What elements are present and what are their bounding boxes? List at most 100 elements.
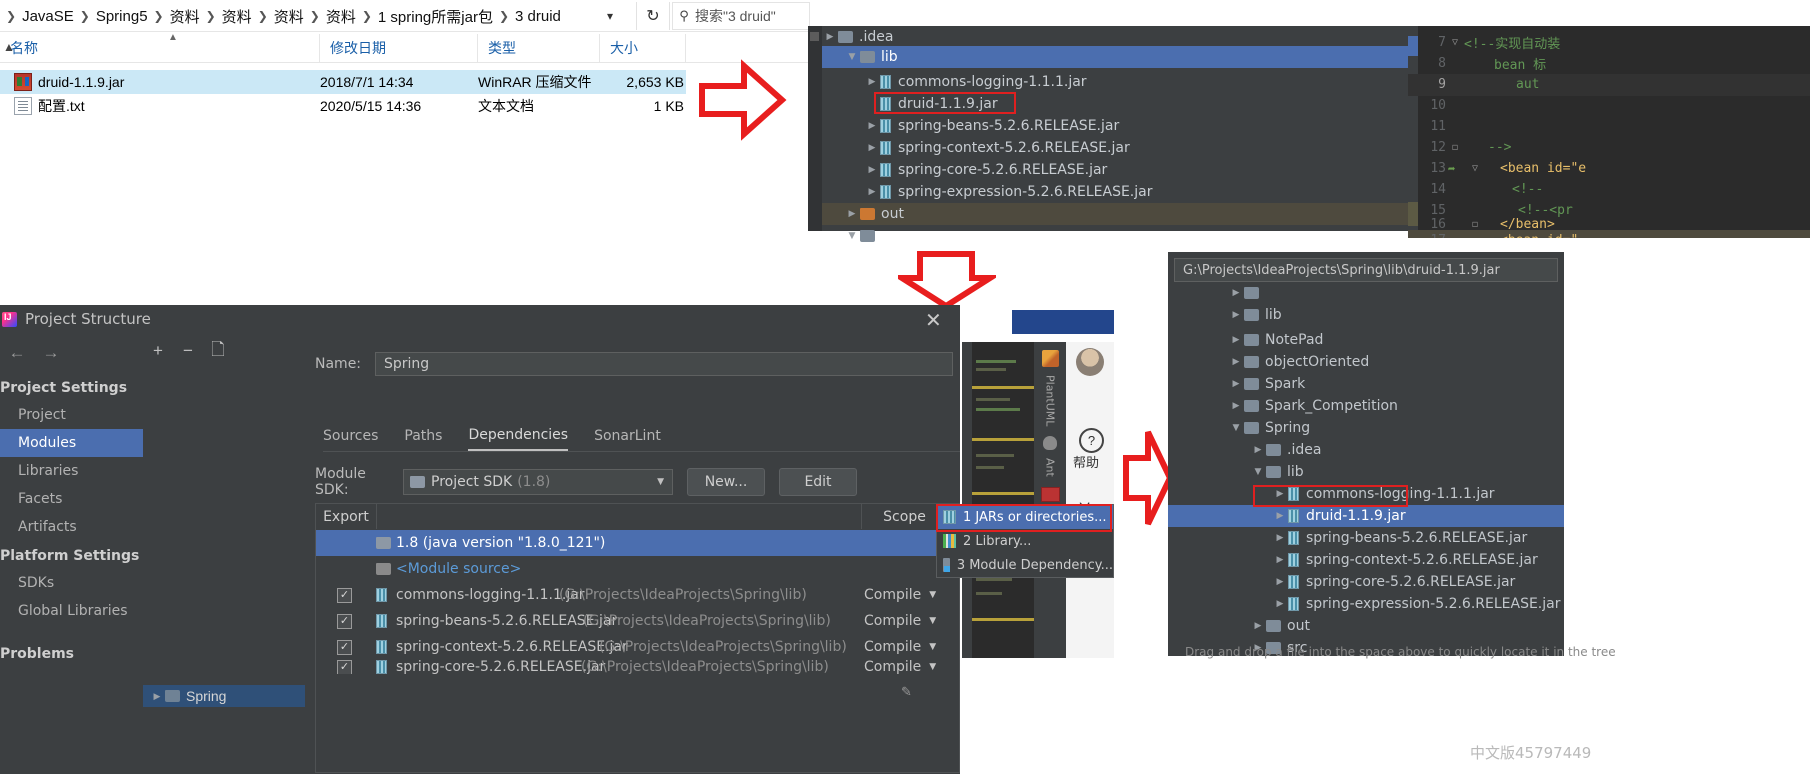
dependency-scope[interactable]: Compile ▼ xyxy=(864,660,936,674)
breadcrumb-item-5[interactable]: 资料 xyxy=(326,6,356,27)
tree-node-spring-lib[interactable]: ▼ lib xyxy=(1250,461,1304,483)
tree-node-spark-competition[interactable]: ▶ Spark_Competition xyxy=(1228,395,1398,417)
column-header-date[interactable]: 修改日期 xyxy=(320,34,478,62)
table-row[interactable]: <Module source> xyxy=(316,556,959,582)
module-sdk-select[interactable]: Project SDK (1.8) ▼ xyxy=(403,469,673,495)
breadcrumb-item-1[interactable]: Spring5 xyxy=(96,8,148,25)
export-checkbox[interactable]: ✓ xyxy=(337,587,352,603)
tree-node-objectoriented[interactable]: ▶ objectOriented xyxy=(1228,351,1370,373)
tree-node-idea[interactable]: ▶ .idea xyxy=(822,26,1408,48)
sidebar-item-artifacts[interactable]: Artifacts xyxy=(0,513,161,541)
tree-node-idea[interactable]: ▶ .idea xyxy=(1250,439,1322,461)
module-list-item-spring[interactable]: ▶ Spring xyxy=(143,685,305,707)
column-header-scope[interactable]: Scope xyxy=(861,504,948,529)
menu-item-module-dependency[interactable]: 3 Module Dependency... xyxy=(937,553,1113,577)
export-checkbox[interactable]: ✓ xyxy=(337,639,352,655)
fold-icon[interactable]: ◻ xyxy=(1452,142,1458,153)
sidebar-item-project[interactable]: Project xyxy=(0,401,161,429)
tree-node-partial[interactable]: ▼ xyxy=(822,225,1430,247)
dependency-scope[interactable]: Compile ▼ xyxy=(864,587,936,603)
tree-node-spring-beans[interactable]: ▶ spring-beans-5.2.6.RELEASE.jar xyxy=(1272,527,1528,549)
sidebar-item-modules[interactable]: Modules xyxy=(0,429,161,457)
table-row[interactable]: ✓ spring-context-5.2.6.RELEASE.jar (G:\P… xyxy=(316,634,959,660)
column-header-size[interactable]: 大小 xyxy=(600,34,686,62)
new-sdk-button[interactable]: New... xyxy=(687,468,765,496)
pencil-icon[interactable]: ✎ xyxy=(901,684,915,700)
tree-node-spring-expression[interactable]: ▶ spring-expression-5.2.6.RELEASE.jar xyxy=(1272,593,1561,615)
tree-node-commons-logging[interactable]: ▶ commons-logging-1.1.1.jar xyxy=(822,71,1087,93)
tree-node-spring-core[interactable]: ▶ spring-core-5.2.6.RELEASE.jar xyxy=(822,159,1108,181)
arrow-left-icon[interactable]: ← xyxy=(0,343,34,363)
breadcrumb-item-7[interactable]: 3 druid xyxy=(515,8,561,25)
sidebar-item-sdks[interactable]: SDKs xyxy=(0,569,161,597)
breadcrumb-item-2[interactable]: 资料 xyxy=(170,6,200,27)
tab-dependencies[interactable]: Dependencies xyxy=(468,421,569,451)
table-row[interactable]: ✓ commons-logging-1.1.1.jar (G:\Projects… xyxy=(316,582,959,608)
code-editor-panel[interactable]: 7 ▽ <!--实现自动装 8 bean 标 9 aut 10 11 12 ◻ … xyxy=(1408,26,1810,238)
refresh-icon[interactable]: ↻ xyxy=(636,2,670,30)
plantuml-icon[interactable] xyxy=(1041,350,1059,367)
help-label[interactable]: 帮助 xyxy=(1073,452,1099,471)
plantuml-label[interactable]: PlantUML xyxy=(1044,375,1057,426)
close-icon[interactable]: ✕ xyxy=(925,308,942,333)
add-icon[interactable]: + xyxy=(143,341,173,361)
table-row[interactable]: druid-1.1.9.jar 2018/7/1 14:34 WinRAR 压缩… xyxy=(0,70,686,94)
export-checkbox[interactable]: ✓ xyxy=(337,613,352,629)
dependency-scope[interactable]: Compile ▼ xyxy=(864,613,936,629)
ant-label[interactable]: Ant xyxy=(1044,458,1057,477)
export-checkbox[interactable]: ✓ xyxy=(337,660,352,674)
avatar[interactable] xyxy=(1076,348,1104,376)
column-header-name[interactable]: 名称 xyxy=(0,34,320,62)
tab-paths[interactable]: Paths xyxy=(404,422,442,450)
tree-node-spring[interactable]: ▼ Spring xyxy=(1228,417,1311,439)
tab-sources[interactable]: Sources xyxy=(323,422,378,450)
tree-node-clipped[interactable]: ▶ xyxy=(1228,286,1265,304)
tree-node-spring-context[interactable]: ▶ spring-context-5.2.6.RELEASE.jar xyxy=(1272,549,1538,571)
question-circle-icon[interactable]: ? xyxy=(1079,428,1104,453)
edit-sdk-button[interactable]: Edit xyxy=(779,468,857,496)
tree-node-spring-expression[interactable]: ▶ spring-expression-5.2.6.RELEASE.jar xyxy=(822,181,1153,203)
tool-window-icon[interactable] xyxy=(1040,487,1060,503)
tree-node-spring-context[interactable]: ▶ spring-context-5.2.6.RELEASE.jar xyxy=(822,137,1130,159)
table-row[interactable]: 1.8 (java version "1.8.0_121") xyxy=(316,530,959,556)
sidebar-item-libraries[interactable]: Libraries xyxy=(0,457,161,485)
tree-node-druid[interactable]: druid-1.1.9.jar xyxy=(822,93,998,115)
fold-icon[interactable]: ◻ xyxy=(1472,219,1478,230)
copy-icon[interactable]: 🗋 xyxy=(203,337,233,366)
column-header-export[interactable]: Export xyxy=(316,504,377,529)
sidebar-item-problems[interactable]: Problems xyxy=(0,641,143,667)
tree-node-spring-beans[interactable]: ▶ spring-beans-5.2.6.RELEASE.jar xyxy=(822,115,1120,137)
table-row[interactable]: 配置.txt 2020/5/15 14:36 文本文档 1 KB xyxy=(0,94,686,118)
tree-node-notepad[interactable]: ▶ NotePad xyxy=(1228,329,1324,351)
ant-icon[interactable] xyxy=(1043,436,1057,451)
tree-node-spark[interactable]: ▶ Spark xyxy=(1228,373,1306,395)
table-row[interactable]: ✓ spring-core-5.2.6.RELEASE.jar (G:\Proj… xyxy=(316,660,959,674)
tree-node-out[interactable]: ▶ out xyxy=(822,203,1430,225)
tree-node-lib[interactable]: ▼ lib xyxy=(822,46,1430,68)
tree-node-commons-logging[interactable]: ▶ commons-logging-1.1.1.jar xyxy=(1272,483,1495,505)
chevron-down-icon[interactable]: ▾ xyxy=(596,5,624,27)
breadcrumb-item-3[interactable]: 资料 xyxy=(222,6,252,27)
menu-item-library[interactable]: 2 Library... xyxy=(937,529,1113,553)
sidebar-item-facets[interactable]: Facets xyxy=(0,485,161,513)
tree-node-druid[interactable]: ▶ druid-1.1.9.jar xyxy=(1168,505,1564,527)
arrow-right-icon[interactable]: → xyxy=(34,343,68,363)
tab-sonarlint[interactable]: SonarLint xyxy=(594,422,661,450)
tree-node-lib[interactable]: ▶ lib xyxy=(1228,304,1282,326)
fold-icon[interactable]: ▽ xyxy=(1472,163,1478,174)
fold-icon[interactable]: ▽ xyxy=(1452,37,1458,48)
module-name-input[interactable]: Spring xyxy=(375,352,953,376)
breadcrumb-item-6[interactable]: 1 spring所需jar包 xyxy=(378,6,493,27)
dependency-scope[interactable]: Compile ▼ xyxy=(864,639,936,655)
selected-path-input[interactable]: G:\Projects\IdeaProjects\Spring\lib\drui… xyxy=(1174,258,1558,282)
breadcrumb-item-4[interactable]: 资料 xyxy=(274,6,304,27)
tree-node-out[interactable]: ▶ out xyxy=(1250,615,1310,637)
column-header-type[interactable]: 类型 xyxy=(478,34,600,62)
scroll-up-icon[interactable]: ▲ xyxy=(3,40,15,54)
bean-gutter-icon[interactable]: ➦ xyxy=(1448,162,1455,176)
tree-node-spring-core[interactable]: ▶ spring-core-5.2.6.RELEASE.jar xyxy=(1272,571,1516,593)
remove-icon[interactable]: − xyxy=(173,341,203,361)
sidebar-item-global-libraries[interactable]: Global Libraries xyxy=(0,597,161,625)
table-row[interactable]: ✓ spring-beans-5.2.6.RELEASE.jar (G:\Pro… xyxy=(316,608,959,634)
search-input[interactable]: ⚲ 搜索"3 druid" xyxy=(672,2,810,30)
